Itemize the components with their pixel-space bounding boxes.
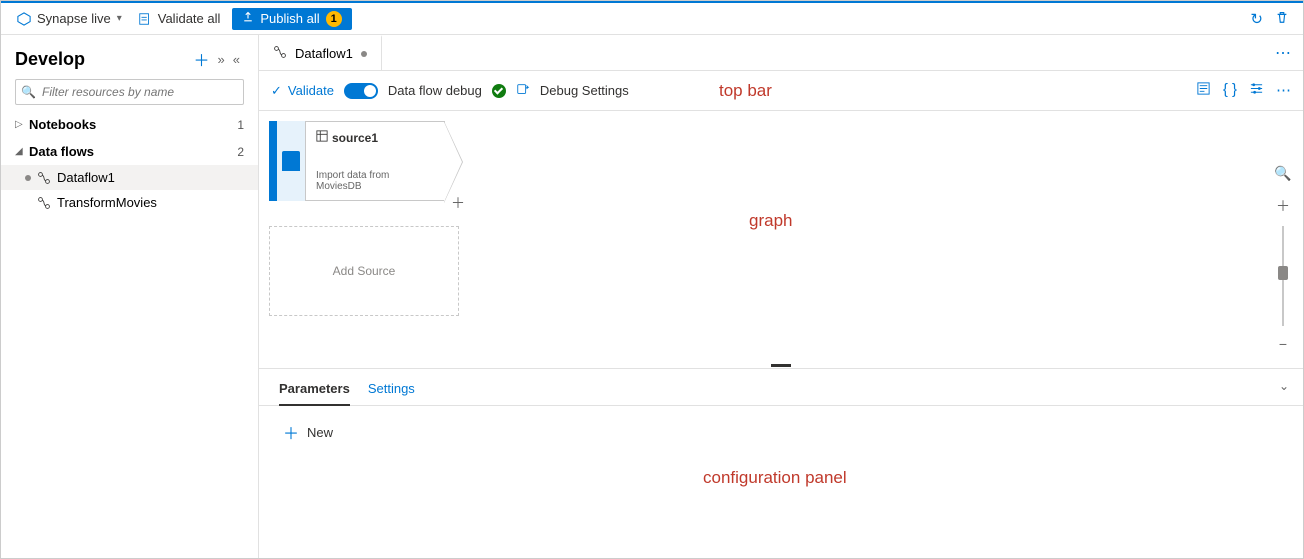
dataflow-topbar: ✓ Validate Data flow debug Debug Setting… — [259, 71, 1303, 111]
zoom-controls: 🔍 ＋ − ⛶ — [1271, 161, 1295, 362]
dataflow-icon — [37, 196, 51, 210]
validate-all-label: Validate all — [158, 11, 221, 26]
configuration-panel: Parameters Settings ⌄ ＋ New configuratio… — [259, 368, 1303, 558]
dataset-icon — [316, 130, 328, 145]
node-type-icon — [277, 121, 305, 201]
validate-all-button[interactable]: Validate all — [130, 7, 229, 30]
command-bar: Synapse live ▾ Validate all Publish all … — [1, 1, 1303, 35]
tree-group-label: Notebooks — [29, 117, 237, 132]
workspace-icon — [17, 12, 31, 26]
graph-canvas[interactable]: source1 Import data from MoviesDB ＋ Add … — [259, 111, 1303, 362]
annotation-graph: graph — [749, 211, 792, 231]
debug-label: Data flow debug — [388, 83, 482, 98]
editor-tab-strip: Dataflow1 ⋯ — [259, 35, 1303, 71]
validate-icon — [138, 12, 152, 26]
add-transformation-button[interactable]: ＋ — [451, 193, 465, 213]
publish-all-label: Publish all — [260, 11, 319, 26]
resource-tree: ▷ Notebooks 1 ◢ Data flows 2 Dataflow1 — [1, 111, 258, 215]
workspace-selector[interactable]: Synapse live ▾ — [9, 7, 130, 30]
validate-label: Validate — [288, 83, 334, 98]
settings-button[interactable] — [1249, 81, 1264, 100]
plus-icon: ＋ — [283, 420, 299, 444]
publish-count-badge: 1 — [326, 11, 342, 27]
sidebar-title: Develop — [15, 49, 190, 70]
debug-toggle[interactable] — [344, 83, 378, 99]
config-tab-settings[interactable]: Settings — [368, 377, 415, 405]
tab-dataflow1[interactable]: Dataflow1 — [259, 35, 382, 70]
develop-sidebar: Develop ＋ » « 🔍 ▷ Notebooks 1 ◢ Data flo… — [1, 35, 259, 558]
source-desc: Import data from MoviesDB — [316, 170, 434, 192]
zoom-slider[interactable] — [1282, 226, 1284, 326]
search-zoom-button[interactable]: 🔍 — [1270, 161, 1295, 186]
filter-input[interactable] — [15, 79, 244, 105]
dataflow-icon — [37, 171, 51, 185]
more-button[interactable]: ⋯ — [1276, 81, 1291, 100]
source-node[interactable]: source1 Import data from MoviesDB — [269, 121, 445, 201]
tree-group-dataflows[interactable]: ◢ Data flows 2 — [1, 138, 258, 165]
source-name: source1 — [332, 131, 378, 145]
annotation-topbar: top bar — [719, 81, 772, 101]
collapse-panel-button[interactable]: ⌄ — [1279, 379, 1289, 393]
config-tab-parameters[interactable]: Parameters — [279, 377, 350, 406]
caret-down-icon: ◢ — [15, 146, 29, 157]
add-source-button[interactable]: Add Source — [269, 226, 459, 316]
publish-all-button[interactable]: Publish all 1 — [232, 8, 351, 30]
unsaved-dot-icon — [25, 175, 31, 181]
check-icon: ✓ — [271, 83, 282, 99]
search-icon: 🔍 — [21, 85, 36, 99]
refresh-button[interactable]: ↻ — [1244, 6, 1269, 32]
debug-active-icon — [492, 84, 506, 98]
tab-title: Dataflow1 — [295, 46, 353, 61]
add-resource-button[interactable]: ＋ — [190, 45, 214, 73]
script-view-button[interactable] — [1196, 81, 1211, 100]
tree-item-label: Dataflow1 — [57, 170, 115, 185]
dataflow-icon — [273, 45, 287, 62]
tree-group-count: 1 — [237, 118, 244, 132]
workspace-label: Synapse live — [37, 11, 111, 26]
new-parameter-button[interactable]: ＋ New — [283, 420, 333, 444]
node-selection-handle[interactable] — [269, 121, 277, 201]
expand-all-button[interactable]: » — [214, 50, 229, 69]
tree-item-label: TransformMovies — [57, 195, 157, 210]
add-source-label: Add Source — [333, 264, 396, 278]
zoom-out-button[interactable]: − — [1275, 332, 1291, 356]
discard-button[interactable] — [1269, 6, 1295, 32]
tab-overflow-button[interactable]: ⋯ — [1263, 35, 1303, 70]
code-view-button[interactable]: { } — [1223, 81, 1237, 100]
tree-group-label: Data flows — [29, 144, 237, 159]
new-label: New — [307, 425, 333, 440]
debug-session-icon[interactable] — [516, 82, 530, 99]
tree-group-count: 2 — [237, 145, 244, 159]
caret-right-icon: ▷ — [15, 119, 29, 130]
chevron-down-icon: ▾ — [117, 13, 122, 24]
tree-item-dataflow1[interactable]: Dataflow1 — [1, 165, 258, 190]
debug-settings-button[interactable]: Debug Settings — [540, 83, 629, 98]
unsaved-dot-icon — [361, 51, 367, 57]
validate-button[interactable]: ✓ Validate — [271, 83, 334, 99]
annotation-config: configuration panel — [703, 468, 1304, 488]
collapse-sidebar-button[interactable]: « — [229, 50, 244, 69]
tree-item-transformmovies[interactable]: TransformMovies — [1, 190, 258, 215]
tree-group-notebooks[interactable]: ▷ Notebooks 1 — [1, 111, 258, 138]
zoom-in-button[interactable]: ＋ — [1272, 192, 1294, 220]
upload-icon — [242, 11, 254, 26]
